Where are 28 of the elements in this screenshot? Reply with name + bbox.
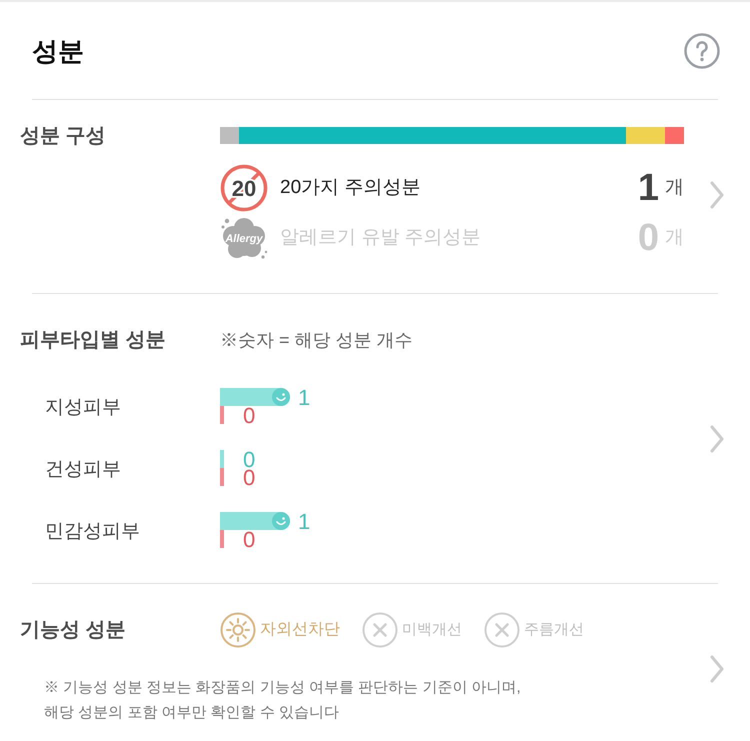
sun-icon — [220, 612, 256, 648]
count-unit: 개 — [665, 176, 684, 200]
section-label: 기능성 성분 — [20, 618, 126, 643]
function-label: 미백개선 — [402, 620, 462, 640]
chevron-right-icon[interactable] — [710, 180, 724, 208]
disclaimer-text: ※ 기능성 성분 정보는 화장품의 기능성 여부를 판단하는 기준이 아니며, 해당 성분의 포함 여부만 확인할 수 있습니다 — [44, 678, 522, 723]
help-icon[interactable] — [684, 32, 720, 68]
section-label: 성분 구성 — [20, 124, 106, 148]
category-label: 민감성피부 — [45, 521, 140, 542]
function-label: 주름개선 — [524, 620, 584, 640]
note-text: ※숫자 = 해당 성분 개수 — [220, 328, 413, 352]
x-circle-icon — [484, 612, 520, 648]
smiley-icon — [272, 512, 290, 530]
category-label: 지성피부 — [45, 397, 121, 418]
x-circle-icon — [362, 612, 398, 648]
smiley-icon — [272, 388, 290, 406]
chevron-right-icon[interactable] — [710, 654, 724, 682]
category-label: 건성피부 — [45, 459, 121, 480]
value-label: 1 — [298, 509, 310, 534]
value-label: 0 — [243, 527, 256, 552]
section-label: 피부타입별 성분 — [20, 328, 166, 353]
warning-label: 20가지 주의성분 — [280, 176, 420, 200]
value-label: 0 — [243, 403, 256, 428]
chevron-right-icon[interactable] — [710, 425, 724, 453]
value-label: 1 — [298, 386, 310, 410]
section-title: 성분 — [32, 38, 84, 64]
count-value: 1 — [638, 169, 659, 207]
function-label: 자외선차단 — [260, 620, 340, 640]
